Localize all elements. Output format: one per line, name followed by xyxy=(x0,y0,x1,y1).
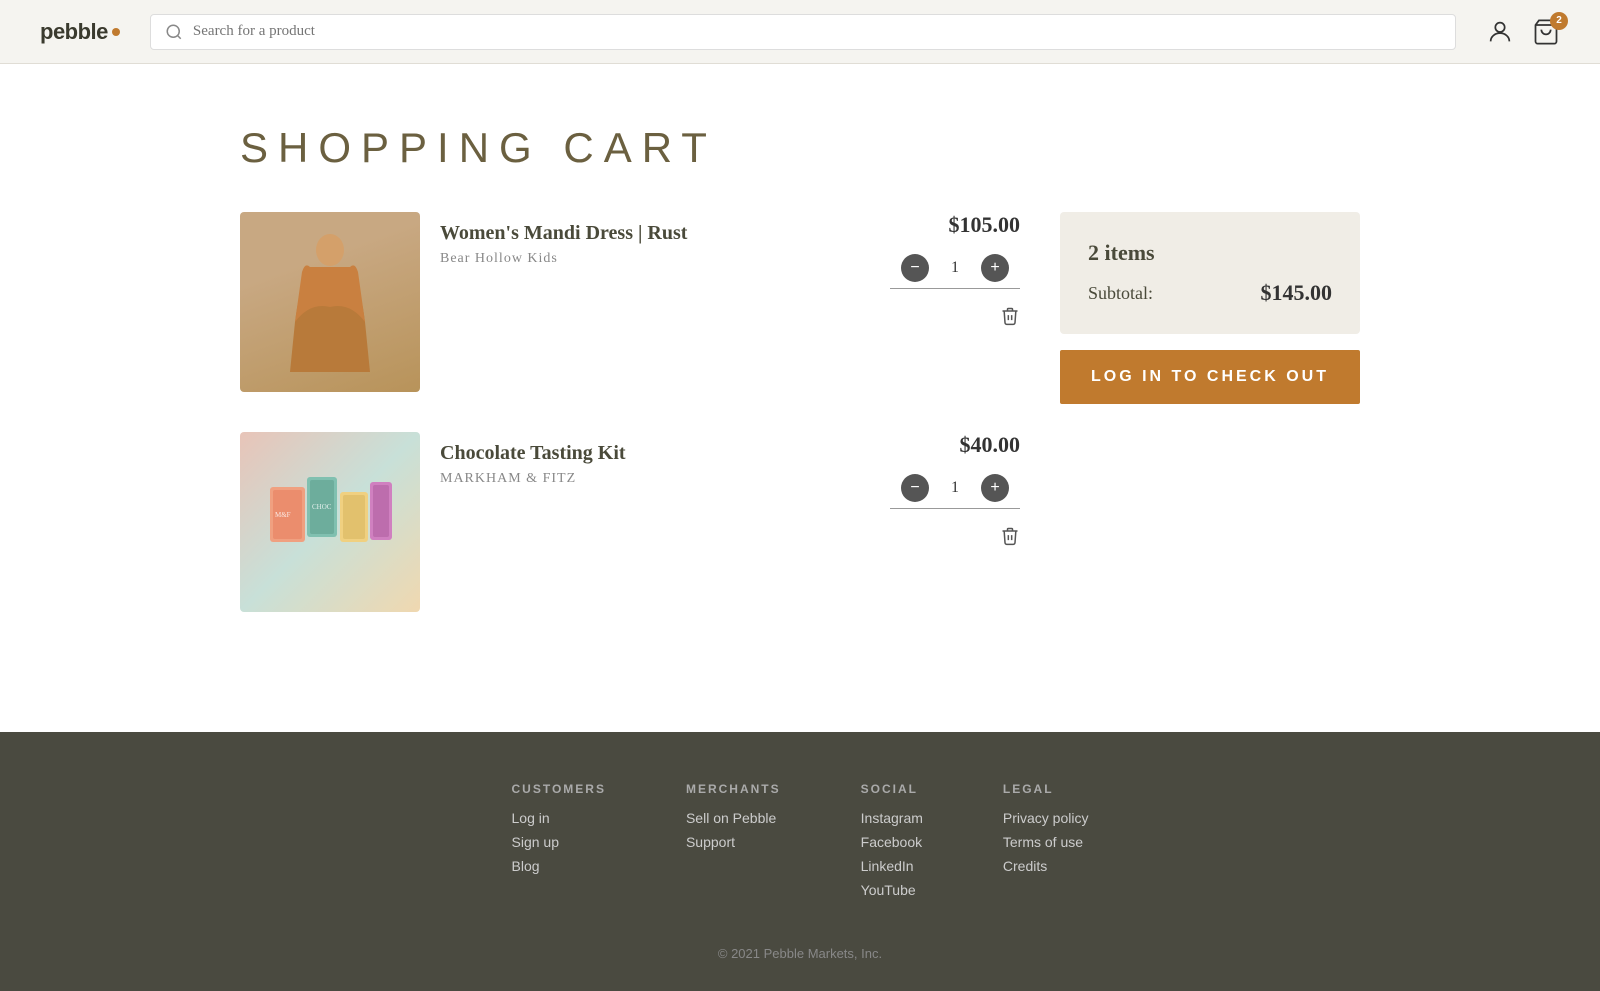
item-right: $40.00 − 1 + xyxy=(880,432,1020,547)
cart-badge: 2 xyxy=(1550,12,1568,30)
page-title: SHOPPING CART xyxy=(240,124,1360,172)
account-button[interactable] xyxy=(1486,18,1514,46)
footer-columns: CUSTOMERS Log in Sign up Blog MERCHANTS … xyxy=(240,782,1360,906)
list-item[interactable]: Support xyxy=(686,834,781,850)
logo-text: pebble xyxy=(40,19,108,45)
checkout-button[interactable]: LOG IN TO CHECK OUT xyxy=(1060,350,1360,404)
item-right: $105.00 − 1 + xyxy=(880,212,1020,327)
trash-icon xyxy=(1000,525,1020,547)
summary-items-count: 2 items xyxy=(1088,240,1332,266)
product-image-dress xyxy=(240,212,420,392)
item-name: Chocolate Tasting Kit xyxy=(440,442,860,465)
product-image-choco: M&F CHOC xyxy=(240,432,420,612)
item-brand: Bear Hollow Kids xyxy=(440,251,860,267)
list-item[interactable]: Sign up xyxy=(512,834,606,850)
list-item[interactable]: YouTube xyxy=(861,882,923,898)
item-name: Women's Mandi Dress | Rust xyxy=(440,222,860,245)
main-content: SHOPPING CART Women's Mandi Dress | Rust… xyxy=(200,64,1400,732)
footer-copyright: © 2021 Pebble Markets, Inc. xyxy=(240,946,1360,961)
cart-items: Women's Mandi Dress | Rust Bear Hollow K… xyxy=(240,212,1020,652)
item-details: Chocolate Tasting Kit MARKHAM & FITZ xyxy=(420,432,880,497)
list-item[interactable]: Sell on Pebble xyxy=(686,810,781,826)
cart-sidebar: 2 items Subtotal: $145.00 LOG IN TO CHEC… xyxy=(1060,212,1360,404)
list-item[interactable]: Terms of use xyxy=(1003,834,1089,850)
summary-box: 2 items Subtotal: $145.00 xyxy=(1060,212,1360,334)
search-bar xyxy=(150,14,1456,50)
table-row: Women's Mandi Dress | Rust Bear Hollow K… xyxy=(240,212,1020,402)
list-item[interactable]: Blog xyxy=(512,858,606,874)
footer-col-merchants: MERCHANTS Sell on Pebble Support xyxy=(686,782,781,906)
footer-col-heading: MERCHANTS xyxy=(686,782,781,796)
table-row: M&F CHOC Chocolate Tasting Kit MARKHAM &… xyxy=(240,432,1020,622)
logo-dot xyxy=(112,28,120,36)
header: pebble 2 xyxy=(0,0,1600,64)
footer: CUSTOMERS Log in Sign up Blog MERCHANTS … xyxy=(0,732,1600,991)
increase-qty-button[interactable]: + xyxy=(981,474,1009,502)
dress-illustration xyxy=(280,232,380,372)
delete-item-button[interactable] xyxy=(1000,525,1020,547)
logo[interactable]: pebble xyxy=(40,19,120,45)
delete-item-button[interactable] xyxy=(1000,305,1020,327)
list-item[interactable]: Facebook xyxy=(861,834,923,850)
account-icon xyxy=(1486,18,1514,46)
footer-col-social: SOCIAL Instagram Facebook LinkedIn YouTu… xyxy=(861,782,923,906)
footer-col-customers: CUSTOMERS Log in Sign up Blog xyxy=(512,782,606,906)
summary-subtotal-row: Subtotal: $145.00 xyxy=(1088,280,1332,306)
quantity-value: 1 xyxy=(945,479,965,497)
quantity-control: − 1 + xyxy=(890,474,1020,509)
item-price: $105.00 xyxy=(949,212,1021,238)
item-details: Women's Mandi Dress | Rust Bear Hollow K… xyxy=(420,212,880,277)
list-item[interactable]: Log in xyxy=(512,810,606,826)
svg-text:M&F: M&F xyxy=(275,511,291,519)
footer-col-heading: CUSTOMERS xyxy=(512,782,606,796)
cart-layout: Women's Mandi Dress | Rust Bear Hollow K… xyxy=(240,212,1360,652)
item-price: $40.00 xyxy=(960,432,1021,458)
decrease-qty-button[interactable]: − xyxy=(901,474,929,502)
increase-qty-button[interactable]: + xyxy=(981,254,1009,282)
list-item[interactable]: Privacy policy xyxy=(1003,810,1089,826)
search-icon xyxy=(165,23,183,41)
subtotal-amount: $145.00 xyxy=(1261,280,1333,306)
cart-button[interactable]: 2 xyxy=(1532,18,1560,46)
search-input[interactable] xyxy=(193,23,1441,40)
subtotal-label: Subtotal: xyxy=(1088,283,1153,304)
header-icons: 2 xyxy=(1486,18,1560,46)
quantity-control: − 1 + xyxy=(890,254,1020,289)
footer-inner: CUSTOMERS Log in Sign up Blog MERCHANTS … xyxy=(200,782,1400,961)
list-item[interactable]: Instagram xyxy=(861,810,923,826)
footer-col-legal: LEGAL Privacy policy Terms of use Credit… xyxy=(1003,782,1089,906)
list-item[interactable]: Credits xyxy=(1003,858,1089,874)
list-item[interactable]: LinkedIn xyxy=(861,858,923,874)
item-brand: MARKHAM & FITZ xyxy=(440,471,860,487)
svg-text:CHOC: CHOC xyxy=(312,503,332,511)
trash-icon xyxy=(1000,305,1020,327)
choco-illustration: M&F CHOC xyxy=(265,467,395,577)
decrease-qty-button[interactable]: − xyxy=(901,254,929,282)
footer-col-heading: LEGAL xyxy=(1003,782,1089,796)
footer-col-heading: SOCIAL xyxy=(861,782,923,796)
quantity-value: 1 xyxy=(945,259,965,277)
